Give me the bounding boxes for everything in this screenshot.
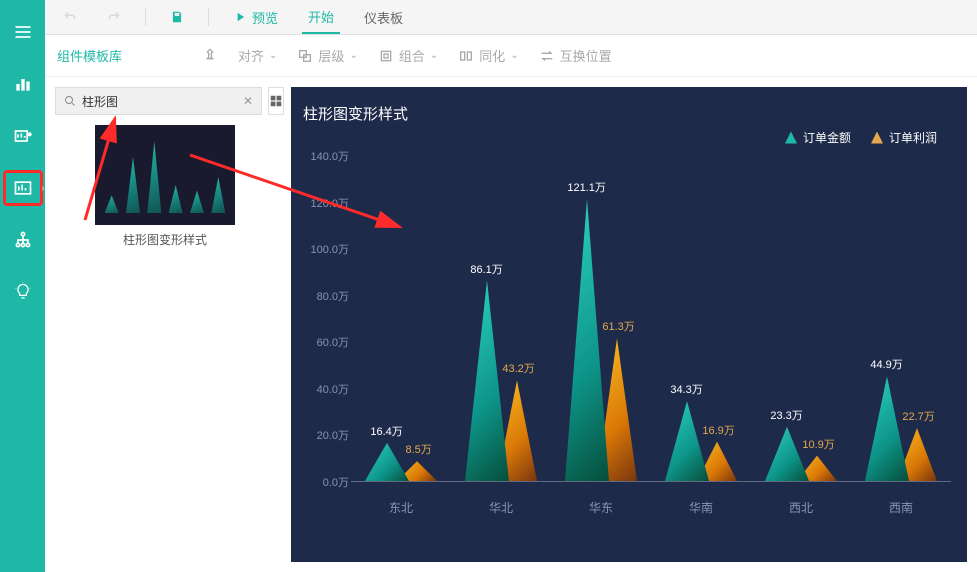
left-sidebar (0, 0, 45, 572)
legend-series-2: 订单利润 (871, 129, 937, 146)
y-tick-label: 80.0万 (299, 288, 349, 304)
x-tick-label: 西南 (861, 499, 941, 516)
chevron-down-icon: ⌄ (510, 50, 518, 61)
redo-button[interactable] (101, 6, 127, 28)
bar-value-label: 43.2万 (502, 360, 534, 376)
legend-triangle-icon (785, 132, 797, 144)
template-panel: ✕ (55, 87, 275, 562)
align-label: 对齐 (238, 46, 264, 65)
search-icon (64, 95, 76, 107)
equalize-button[interactable]: 同化 ⌄ (458, 46, 518, 65)
x-tick-label: 华东 (561, 499, 641, 516)
preview-button[interactable]: 预览 (227, 4, 284, 31)
undo-button[interactable] (57, 6, 83, 28)
clear-search-icon[interactable]: ✕ (243, 94, 253, 108)
pin-button[interactable] (202, 48, 218, 64)
y-tick-label: 20.0万 (299, 427, 349, 443)
y-axis: 0.0万20.0万40.0万60.0万80.0万100.0万120.0万140.… (299, 156, 349, 482)
bar-series-1 (365, 443, 409, 481)
y-tick-label: 100.0万 (299, 241, 349, 257)
x-tick-label: 华北 (461, 499, 541, 516)
bar-series-1 (865, 376, 909, 481)
legend-label: 订单金额 (803, 129, 851, 146)
preview-label: 预览 (252, 8, 278, 27)
separator (208, 8, 209, 26)
bar-value-label: 86.1万 (470, 261, 502, 277)
y-tick-label: 40.0万 (299, 381, 349, 397)
bar-group: 44.9万22.7万 (861, 376, 941, 481)
dashboard-tab[interactable]: 仪表板 (358, 4, 409, 31)
swap-button[interactable]: 互换位置 (539, 46, 612, 65)
sidebar-template-icon[interactable] (11, 176, 35, 200)
bar-value-label: 22.7万 (902, 408, 934, 424)
x-tick-label: 西北 (761, 499, 841, 516)
chart-title: 柱形图变形样式 (303, 103, 951, 124)
group-label: 组合 (399, 46, 425, 65)
bar-value-label: 121.1万 (567, 179, 606, 195)
chevron-down-icon: ⌄ (349, 50, 357, 61)
grid-view-button[interactable] (268, 87, 284, 115)
layer-label: 层级 (318, 46, 344, 65)
sidebar-highlight (3, 170, 43, 206)
panel-title: 组件模板库 (57, 46, 122, 65)
chart-container: 柱形图变形样式 订单金额 订单利润 0.0万20.0万40.0万60.0万80.… (291, 87, 967, 562)
legend-label: 订单利润 (889, 129, 937, 146)
search-box[interactable]: ✕ (55, 87, 262, 115)
swap-label: 互换位置 (560, 46, 612, 65)
y-tick-label: 120.0万 (299, 195, 349, 211)
topbar-secondary: 组件模板库 对齐 ⌄ 层级 ⌄ 组合 ⌄ 同化 ⌄ 互换位置 (45, 35, 977, 77)
bars-area: 16.4万8.5万86.1万43.2万121.1万61.3万34.3万16.9万… (351, 156, 951, 482)
start-tab[interactable]: 开始 (302, 3, 340, 34)
group-button[interactable]: 组合 ⌄ (378, 46, 438, 65)
topbar-primary: 预览 开始 仪表板 (45, 0, 977, 35)
search-row: ✕ (55, 87, 275, 115)
sidebar-chart-icon[interactable] (11, 72, 35, 96)
sidebar-hierarchy-icon[interactable] (11, 228, 35, 252)
sidebar-lightbulb-icon[interactable] (11, 280, 35, 304)
thumbnail-preview (95, 125, 235, 225)
bar-value-label: 16.4万 (370, 423, 402, 439)
bar-value-label: 23.3万 (770, 407, 802, 423)
bar-value-label: 16.9万 (702, 422, 734, 438)
bar-group: 23.3万10.9万 (761, 427, 841, 481)
bar-series-1 (465, 281, 509, 481)
bar-value-label: 10.9万 (802, 436, 834, 452)
legend-triangle-icon (871, 132, 883, 144)
main-area: 预览 开始 仪表板 组件模板库 对齐 ⌄ 层级 ⌄ 组合 ⌄ (45, 0, 977, 572)
separator (145, 8, 146, 26)
chevron-down-icon: ⌄ (430, 50, 438, 61)
y-tick-label: 0.0万 (299, 474, 349, 490)
y-tick-label: 140.0万 (299, 148, 349, 164)
legend-series-1: 订单金额 (785, 129, 851, 146)
chart-legend: 订单金额 订单利润 (785, 129, 937, 146)
plot-area: 0.0万20.0万40.0万60.0万80.0万100.0万120.0万140.… (351, 156, 951, 516)
bar-group: 121.1万61.3万 (561, 199, 641, 481)
bar-value-label: 61.3万 (602, 318, 634, 334)
x-tick-label: 华南 (661, 499, 741, 516)
x-tick-label: 东北 (361, 499, 441, 516)
bar-group: 34.3万16.9万 (661, 401, 741, 481)
content-area: ✕ (45, 77, 977, 572)
chevron-down-icon: ⌄ (269, 50, 277, 61)
align-button[interactable]: 对齐 ⌄ (238, 46, 277, 65)
bar-group: 86.1万43.2万 (461, 281, 541, 481)
bar-value-label: 8.5万 (405, 441, 431, 457)
sidebar-chart-person-icon[interactable] (11, 124, 35, 148)
template-thumbnail[interactable]: 柱形图变形样式 (55, 125, 275, 248)
bar-value-label: 44.9万 (870, 356, 902, 372)
bar-value-label: 34.3万 (670, 381, 702, 397)
sidebar-menu-icon[interactable] (11, 20, 35, 44)
thumbnail-title: 柱形图变形样式 (123, 231, 207, 248)
layer-button[interactable]: 层级 ⌄ (297, 46, 357, 65)
search-input[interactable] (82, 94, 237, 108)
bar-group: 16.4万8.5万 (361, 443, 441, 481)
x-axis: 东北 华北 华东 华南 西北 西南 (351, 499, 951, 516)
bar-series-1 (565, 199, 609, 481)
bar-series-1 (665, 401, 709, 481)
y-tick-label: 60.0万 (299, 334, 349, 350)
equalize-label: 同化 (479, 46, 505, 65)
save-button[interactable] (164, 6, 190, 28)
